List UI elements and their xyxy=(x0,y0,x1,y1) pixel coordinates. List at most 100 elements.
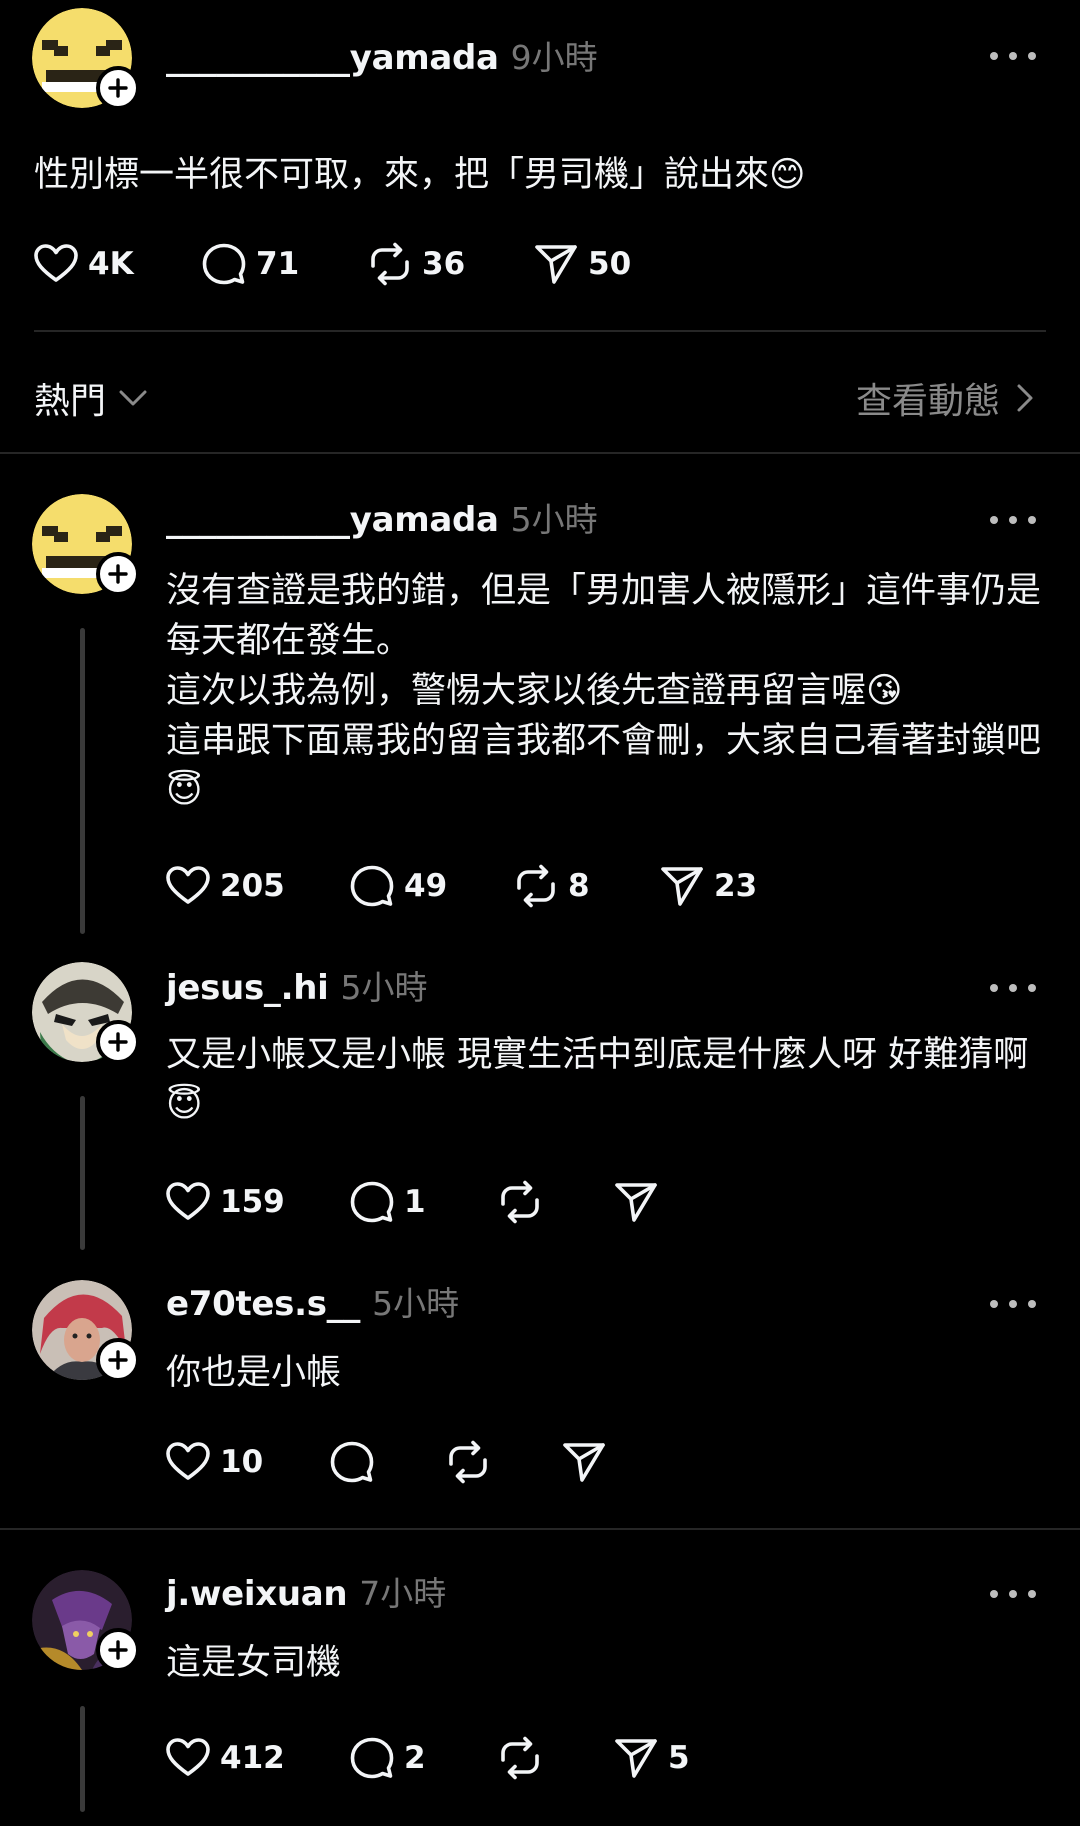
more-icon[interactable] xyxy=(990,1584,1036,1604)
repost-button[interactable]: 36 xyxy=(366,240,532,288)
comment-count: 1 xyxy=(404,1184,426,1220)
thread-line xyxy=(80,628,85,934)
heart-icon xyxy=(32,240,80,288)
repost-icon xyxy=(496,1734,544,1782)
more-icon[interactable] xyxy=(990,978,1036,998)
reply-line: 這次以我為例，警惕大家以後先查證再留言喔😘 xyxy=(166,671,903,711)
post-header: ___________yamada 9小時 xyxy=(166,38,598,78)
send-icon xyxy=(612,1178,660,1226)
threads-post-page: ___________yamada 9小時 性別標一半很不可取，來，把「男司機」… xyxy=(0,0,1080,1826)
username[interactable]: ___________yamada xyxy=(166,38,499,78)
avatar[interactable] xyxy=(32,494,140,596)
reply-line: 沒有查證是我的錯，但是「男加害人被隱形」這件事仍是每天都在發生。 xyxy=(166,571,1042,661)
comment-bubble-icon xyxy=(328,1438,376,1486)
post-text: 性別標一半很不可取，來，把「男司機」說出來😊 xyxy=(34,155,806,195)
comment-button[interactable]: 49 xyxy=(348,862,512,910)
repost-icon xyxy=(512,862,560,910)
reply-header: j.weixuan 7小時 xyxy=(166,1574,446,1614)
avatar[interactable] xyxy=(32,8,140,110)
follow-plus-icon[interactable] xyxy=(96,1338,140,1382)
repost-button[interactable] xyxy=(496,1734,612,1782)
reply-actions: 412 2 5 xyxy=(164,1730,690,1786)
repost-count: 8 xyxy=(568,868,590,904)
like-count: 412 xyxy=(220,1740,285,1776)
comment-button[interactable]: 1 xyxy=(348,1178,496,1226)
like-button[interactable]: 205 xyxy=(164,862,348,910)
repost-icon xyxy=(496,1178,544,1226)
comment-count: 71 xyxy=(256,246,300,282)
comment-bubble-icon xyxy=(348,1178,396,1226)
reply-header: jesus_.hi 5小時 xyxy=(166,968,427,1008)
heart-icon xyxy=(164,862,212,910)
avatar[interactable] xyxy=(32,1570,140,1672)
comment-bubble-icon xyxy=(200,240,248,288)
post-body: 性別標一半很不可取，來，把「男司機」說出來😊 xyxy=(34,150,1044,200)
share-button[interactable] xyxy=(560,1438,616,1486)
follow-plus-icon[interactable] xyxy=(96,1020,140,1064)
send-icon xyxy=(658,862,706,910)
comment-button[interactable]: 2 xyxy=(348,1734,496,1782)
send-icon xyxy=(532,240,580,288)
username[interactable]: jesus_.hi xyxy=(166,968,329,1008)
share-count: 50 xyxy=(588,246,632,282)
reply-header: e70tes.s__ 5小時 xyxy=(166,1284,459,1324)
divider xyxy=(34,330,1046,332)
more-icon[interactable] xyxy=(990,1294,1036,1314)
comment-bubble-icon xyxy=(348,1734,396,1782)
repost-button[interactable] xyxy=(444,1438,560,1486)
heart-icon xyxy=(164,1734,212,1782)
share-button[interactable] xyxy=(612,1178,668,1226)
follow-plus-icon[interactable] xyxy=(96,66,140,110)
like-button[interactable]: 412 xyxy=(164,1734,348,1782)
username[interactable]: ___________yamada xyxy=(166,500,499,540)
chevron-right-icon xyxy=(1017,384,1033,412)
username[interactable]: e70tes.s__ xyxy=(166,1284,360,1324)
reply-actions: 10 xyxy=(164,1434,616,1490)
thread-line xyxy=(80,1706,85,1812)
share-button[interactable]: 5 xyxy=(612,1734,690,1782)
view-activity-link[interactable]: 查看動態 xyxy=(856,372,1036,424)
share-count: 23 xyxy=(714,868,758,904)
reply-body: 沒有查證是我的錯，但是「男加害人被隱形」這件事仍是每天都在發生。 這次以我為例，… xyxy=(166,566,1046,816)
like-button[interactable]: 159 xyxy=(164,1178,348,1226)
like-button[interactable]: 10 xyxy=(164,1438,328,1486)
send-icon xyxy=(560,1438,608,1486)
comment-count: 49 xyxy=(404,868,448,904)
like-button[interactable]: 4K xyxy=(32,240,200,288)
follow-plus-icon[interactable] xyxy=(96,552,140,596)
timestamp: 5小時 xyxy=(372,1284,460,1323)
sort-label: 熱門 xyxy=(34,381,107,422)
repost-button[interactable] xyxy=(496,1178,612,1226)
reply-actions: 159 1 xyxy=(164,1174,668,1230)
avatar[interactable] xyxy=(32,1280,140,1382)
timestamp: 9小時 xyxy=(510,38,598,77)
comment-button[interactable] xyxy=(328,1438,444,1486)
share-button[interactable]: 23 xyxy=(658,862,757,910)
reply-line: 這是女司機 xyxy=(166,1643,342,1683)
view-activity-label: 查看動態 xyxy=(855,381,1000,422)
sort-bar: 熱門 查看動態 xyxy=(0,356,1080,438)
avatar[interactable] xyxy=(32,962,140,1064)
follow-plus-icon[interactable] xyxy=(96,1628,140,1672)
heart-icon xyxy=(164,1438,212,1486)
share-count: 5 xyxy=(668,1740,690,1776)
thread-line xyxy=(80,1096,85,1250)
repost-button[interactable]: 8 xyxy=(512,862,658,910)
reply-line: 你也是小帳 xyxy=(166,1353,342,1393)
divider xyxy=(0,1528,1080,1530)
timestamp: 5小時 xyxy=(510,500,598,539)
reply-header: ___________yamada 5小時 xyxy=(166,500,598,540)
sort-dropdown[interactable]: 熱門 xyxy=(34,372,150,424)
repost-icon xyxy=(444,1438,492,1486)
username[interactable]: j.weixuan xyxy=(166,1574,348,1614)
like-count: 10 xyxy=(220,1444,264,1480)
more-icon[interactable] xyxy=(990,510,1036,530)
reply-body: 這是女司機 xyxy=(166,1638,1046,1688)
comment-button[interactable]: 71 xyxy=(200,240,366,288)
like-count: 4K xyxy=(88,246,134,282)
comment-bubble-icon xyxy=(348,862,396,910)
more-icon[interactable] xyxy=(990,46,1036,66)
like-count: 159 xyxy=(220,1184,285,1220)
share-button[interactable]: 50 xyxy=(532,240,631,288)
post-actions: 4K 71 36 50 xyxy=(32,236,631,292)
